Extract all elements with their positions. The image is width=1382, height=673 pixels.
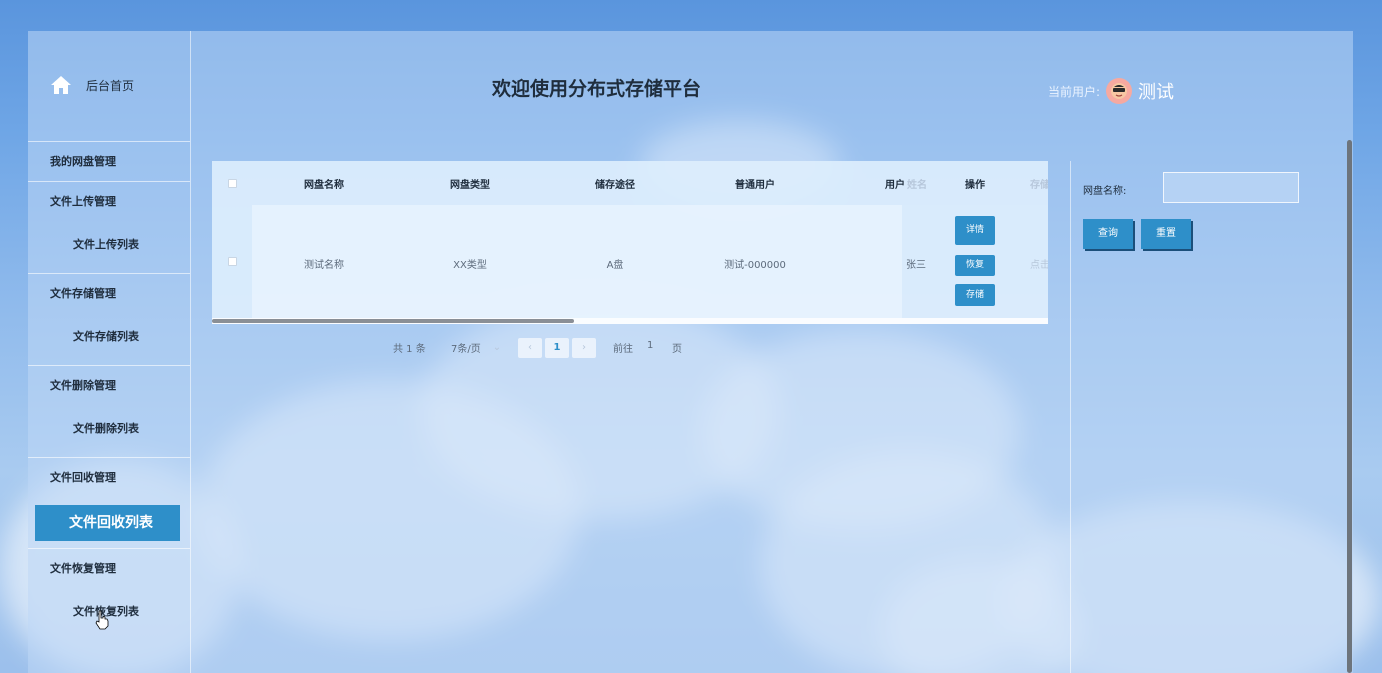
home-label: 后台首页: [86, 78, 135, 93]
sidebar-item-recycle-list[interactable]: 文件回收列表: [35, 505, 180, 541]
nav-group-title[interactable]: 文件上传管理: [28, 182, 190, 222]
page-title: 欢迎使用分布式存储平台: [492, 78, 702, 100]
home-link[interactable]: 后台首页: [50, 75, 134, 95]
col-header-hidden-fragment: 姓名: [907, 180, 927, 191]
col-header-disk-type[interactable]: 网盘类型: [450, 176, 490, 191]
nav-group-storage: 文件存储管理 文件存储列表: [28, 273, 190, 360]
filter-disk-name-label: 网盘名称:: [1083, 186, 1127, 197]
next-page-button[interactable]: ›: [572, 338, 596, 358]
user-avatar-icon: [1111, 83, 1128, 99]
sidebar-item-storage-list[interactable]: 文件存储列表: [28, 314, 190, 360]
cell-disk-name: 测试名称: [304, 260, 344, 271]
page-vertical-scrollbar[interactable]: [1347, 140, 1352, 673]
pagination-total: 共 1 条: [393, 344, 426, 355]
nav-group-title[interactable]: 文件存储管理: [28, 274, 190, 314]
col-header-right-fragment: 存储: [1030, 180, 1048, 191]
cell-normal-user: 测试-000000: [724, 260, 786, 271]
table-horizontal-scrollbar[interactable]: [212, 318, 1048, 324]
sidebar-item-upload-list[interactable]: 文件上传列表: [28, 222, 190, 268]
nav-group-upload: 文件上传管理 文件上传列表: [28, 181, 190, 268]
page-size-value: 7条/页: [451, 344, 481, 355]
sidebar-item-restore-list[interactable]: 文件恢复列表: [28, 589, 190, 635]
detail-button[interactable]: 详情: [955, 216, 995, 245]
cell-storage-path: A盘: [606, 260, 624, 271]
goto-label: 前往: [613, 344, 633, 355]
reset-button[interactable]: 重置: [1141, 219, 1191, 249]
col-header-storage-path[interactable]: 储存途径: [595, 176, 635, 191]
home-icon: [51, 76, 71, 94]
chevron-left-icon: ‹: [528, 342, 532, 353]
nav-group-restore: 文件恢复管理 文件恢复列表: [28, 548, 190, 635]
select-all-checkbox[interactable]: [228, 179, 237, 188]
hand-cursor-icon: [95, 610, 109, 630]
row-checkbox[interactable]: [228, 257, 237, 266]
search-button[interactable]: 查询: [1083, 219, 1133, 249]
nav-group-title[interactable]: 文件回收管理: [28, 458, 190, 498]
col-header-normal-user[interactable]: 普通用户: [735, 176, 775, 191]
page-size-select[interactable]: 7条/页 ⌄: [451, 340, 501, 355]
current-user-label: 当前用户:: [1048, 84, 1101, 99]
page-number-button[interactable]: 1: [545, 338, 569, 358]
main-frame: 后台首页 我的网盘管理 文件上传管理 文件上传列表 文件存储管理 文件存储列表 …: [28, 31, 1353, 673]
nav-group-title[interactable]: 文件恢复管理: [28, 549, 190, 589]
page-suffix: 页: [672, 344, 682, 355]
prev-page-button[interactable]: ‹: [518, 338, 542, 358]
nav-group-delete: 文件删除管理 文件删除列表: [28, 365, 190, 452]
chevron-down-icon: ⌄: [492, 342, 502, 353]
filter-panel: 网盘名称: 查询 重置: [1070, 161, 1353, 673]
goto-page-input[interactable]: 1: [647, 340, 653, 351]
chevron-right-icon: ›: [582, 342, 586, 353]
nav-group-my-disk: 我的网盘管理: [28, 141, 190, 182]
cell-right-fragment: 点击: [1030, 260, 1048, 271]
col-header-disk-name[interactable]: 网盘名称: [304, 176, 344, 191]
cell-username: 张三: [906, 260, 926, 271]
nav-group-title[interactable]: 文件删除管理: [28, 366, 190, 406]
restore-button[interactable]: 恢复: [955, 255, 995, 276]
sidebar: 后台首页 我的网盘管理 文件上传管理 文件上传列表 文件存储管理 文件存储列表 …: [28, 31, 191, 673]
current-user-name: 测试: [1138, 82, 1175, 103]
sidebar-item-delete-list[interactable]: 文件删除列表: [28, 406, 190, 452]
scrollbar-thumb[interactable]: [212, 319, 574, 323]
table-header: 网盘名称 网盘类型 储存途径 普通用户 用户 姓名 操作 存储: [212, 161, 1048, 205]
avatar[interactable]: [1106, 78, 1133, 104]
disk-name-input[interactable]: [1163, 172, 1299, 203]
col-header-actions: 操作: [965, 180, 985, 191]
current-user: 当前用户: 测试: [1048, 78, 1174, 104]
nav-group-recycle: 文件回收管理 文件回收列表: [28, 457, 190, 541]
nav-group-title[interactable]: 我的网盘管理: [28, 142, 190, 182]
col-header-user[interactable]: 用户: [885, 176, 905, 191]
store-button[interactable]: 存储: [955, 284, 995, 306]
data-table: 网盘名称 网盘类型 储存途径 普通用户 用户 姓名 操作 存储 测试名称 XX类…: [212, 161, 1048, 324]
cell-disk-type: XX类型: [453, 260, 487, 271]
